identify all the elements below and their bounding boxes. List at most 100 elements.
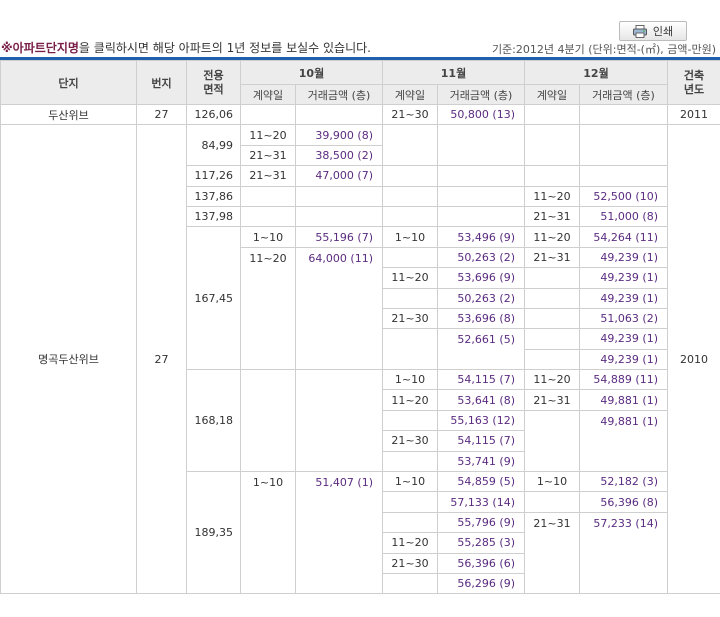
empty-day-cell <box>524 103 580 126</box>
area-value: 137,86 <box>186 185 241 207</box>
contract-day <box>382 511 438 534</box>
contract-day <box>524 307 580 330</box>
deal-amount: 49,239 (1) <box>579 287 668 309</box>
contract-day: 1~10 <box>524 471 580 493</box>
empty-amount-cell <box>437 165 525 187</box>
deal-amount: 56,296 (9) <box>437 572 525 595</box>
contract-day <box>382 287 438 309</box>
contract-day <box>524 409 580 473</box>
deal-amount: 54,115 (7) <box>437 430 525 452</box>
deal-amount: 53,696 (8) <box>437 307 525 330</box>
deal-amount: 51,407 (1) <box>295 471 383 595</box>
deal-amount: 53,741 (9) <box>437 450 525 473</box>
empty-day-cell <box>240 369 296 473</box>
deal-amount: 52,182 (3) <box>579 471 668 493</box>
contract-day: 21~31 <box>240 144 296 167</box>
empty-amount-cell <box>579 103 668 126</box>
header-built-year: 건축 년도 <box>667 60 720 105</box>
contract-day <box>524 267 580 289</box>
empty-day-cell <box>240 103 296 126</box>
notice-mark: ※ <box>1 41 13 55</box>
empty-amount-cell <box>295 205 383 228</box>
basis-text: 기준:2012년 4분기 (단위:면적-(㎡), 금액-만원) <box>491 43 716 56</box>
empty-day-cell <box>382 165 438 187</box>
contract-day: 11~20 <box>524 185 580 207</box>
complex-name-link[interactable]: 명곡두산위브 <box>0 124 137 595</box>
empty-day-cell <box>524 124 580 167</box>
empty-day-cell <box>382 205 438 228</box>
deal-amount: 49,881 (1) <box>579 389 668 411</box>
deal-amount: 55,285 (3) <box>437 532 525 554</box>
deal-amount: 56,396 (6) <box>437 552 525 574</box>
deal-amount: 49,239 (1) <box>579 328 668 350</box>
page-header: 인쇄 ※아파트단지명을 클릭하시면 해당 아파트의 1년 정보를 보실수 있습니… <box>0 0 720 60</box>
empty-amount-cell <box>437 205 525 228</box>
area-value: 117,26 <box>186 165 241 187</box>
contract-day: 21~30 <box>382 307 438 330</box>
contract-day: 1~10 <box>382 471 438 493</box>
deal-amount: 54,264 (11) <box>579 226 668 248</box>
built-year: 2010 <box>667 124 720 595</box>
deal-amount: 53,696 (9) <box>437 267 525 289</box>
header-contract-day: 계약일 <box>524 84 580 105</box>
contract-day <box>382 572 438 595</box>
notice-text: ※아파트단지명을 클릭하시면 해당 아파트의 1년 정보를 보실수 있습니다. <box>1 39 371 56</box>
notice-body: 을 클릭하시면 해당 아파트의 1년 정보를 보실수 있습니다. <box>78 41 371 55</box>
contract-day: 21~30 <box>382 103 438 126</box>
deal-amount: 50,263 (2) <box>437 287 525 309</box>
empty-day-cell <box>240 185 296 207</box>
header-area: 전용 면적 <box>186 60 241 105</box>
empty-amount-cell <box>437 124 525 167</box>
contract-day: 21~31 <box>524 246 580 269</box>
header-month-dec: 12월 <box>524 60 668 85</box>
deal-amount: 54,889 (11) <box>579 369 668 391</box>
complex-name-link[interactable]: 두산위브 <box>0 103 137 126</box>
area-value: 84,99 <box>186 124 241 167</box>
empty-amount-cell <box>579 165 668 187</box>
contract-day <box>524 348 580 371</box>
notice-highlight: 아파트단지명 <box>12 41 79 55</box>
contract-day: 1~10 <box>382 369 438 391</box>
contract-day <box>524 328 580 350</box>
deal-amount: 39,900 (8) <box>295 124 383 146</box>
contract-day: 11~20 <box>240 246 296 371</box>
contract-day: 11~20 <box>524 369 580 391</box>
header-month-nov: 11월 <box>382 60 525 85</box>
deal-amount: 55,796 (9) <box>437 511 525 534</box>
deal-amount: 38,500 (2) <box>295 144 383 167</box>
contract-day: 21~30 <box>382 552 438 574</box>
deal-amount: 49,239 (1) <box>579 348 668 371</box>
empty-amount-cell <box>437 185 525 207</box>
header-complex: 단지 <box>0 60 137 105</box>
contract-day: 21~31 <box>240 165 296 187</box>
deal-amount: 54,859 (5) <box>437 471 525 493</box>
contract-day <box>382 328 438 371</box>
empty-amount-cell <box>295 185 383 207</box>
deal-amount: 51,000 (8) <box>579 205 668 228</box>
empty-amount-cell <box>295 369 383 473</box>
empty-day-cell <box>382 124 438 167</box>
contract-day: 21~30 <box>382 430 438 452</box>
lot-number: 27 <box>136 124 187 595</box>
deal-amount: 53,496 (9) <box>437 226 525 248</box>
deal-amount: 49,239 (1) <box>579 267 668 289</box>
deal-amount: 51,063 (2) <box>579 307 668 330</box>
contract-day <box>382 246 438 269</box>
deal-amount: 53,641 (8) <box>437 389 525 411</box>
area-value: 189,35 <box>186 471 241 595</box>
deal-amount: 49,239 (1) <box>579 246 668 269</box>
deal-amount: 55,196 (7) <box>295 226 383 248</box>
header-month-oct: 10월 <box>240 60 383 85</box>
contract-day: 1~10 <box>382 226 438 248</box>
contract-day: 11~20 <box>382 532 438 554</box>
deal-amount: 47,000 (7) <box>295 165 383 187</box>
deal-amount: 57,233 (14) <box>579 511 668 595</box>
print-button[interactable]: 인쇄 <box>619 21 687 41</box>
empty-amount-cell <box>295 103 383 126</box>
deal-amount: 56,396 (8) <box>579 491 668 513</box>
deal-amount: 49,881 (1) <box>579 409 668 473</box>
transaction-table: 단지 번지 전용 면적 10월 11월 12월 건축 년도 계약일 거래금액 (… <box>0 60 720 595</box>
contract-day: 1~10 <box>240 226 296 248</box>
header-amount: 거래금액 (층) <box>437 84 525 105</box>
header-amount: 거래금액 (층) <box>579 84 668 105</box>
